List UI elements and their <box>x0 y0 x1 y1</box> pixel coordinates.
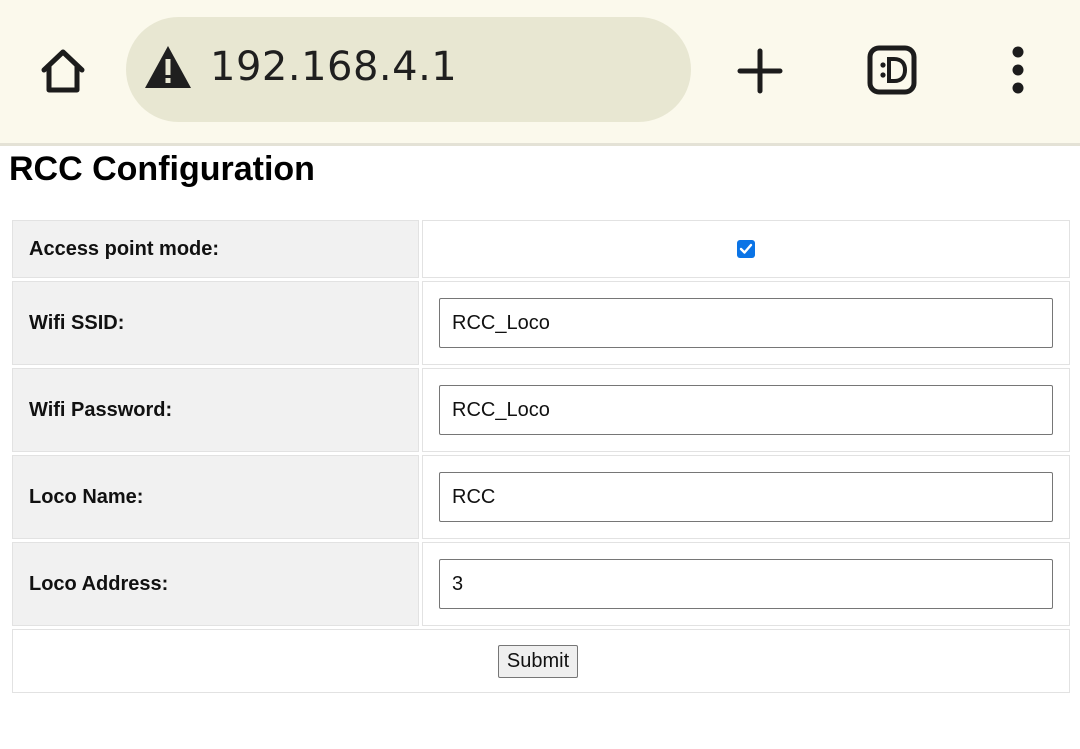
loco-address-cell: 3 <box>422 542 1070 626</box>
address-bar[interactable]: 192.168.4.1 <box>126 17 691 122</box>
ssid-input[interactable]: RCC_Loco <box>439 298 1053 348</box>
overflow-menu-button[interactable] <box>1004 44 1032 96</box>
home-button[interactable] <box>32 40 94 102</box>
browser-toolbar: 192.168.4.1 <box>0 0 1080 146</box>
password-label: Wifi Password: <box>12 368 419 452</box>
loco-name-label: Loco Name: <box>12 455 419 539</box>
page-title: RCC Configuration <box>9 150 315 188</box>
home-icon <box>41 49 85 93</box>
password-cell: RCC_Loco <box>422 368 1070 452</box>
loco-address-input[interactable]: 3 <box>439 559 1053 609</box>
more-vert-icon <box>1012 46 1024 94</box>
loco-name-cell: RCC <box>422 455 1070 539</box>
loco-address-label: Loco Address: <box>12 542 419 626</box>
submit-cell: Submit <box>12 629 1070 693</box>
access-point-checkbox[interactable] <box>737 240 755 258</box>
table-row-loco-address: Loco Address: 3 <box>12 542 1070 626</box>
access-point-cell <box>422 220 1070 278</box>
submit-button[interactable]: Submit <box>497 644 579 678</box>
check-icon <box>739 243 753 254</box>
table-row-ssid: Wifi SSID: RCC_Loco <box>12 281 1070 365</box>
table-row-submit: Submit <box>12 629 1070 693</box>
tabs-icon <box>867 45 917 95</box>
table-row-access-point: Access point mode: <box>12 220 1070 278</box>
ssid-cell: RCC_Loco <box>422 281 1070 365</box>
tab-switcher-button[interactable] <box>866 44 918 96</box>
password-input[interactable]: RCC_Loco <box>439 385 1053 435</box>
table-row-password: Wifi Password: RCC_Loco <box>12 368 1070 452</box>
warning-icon[interactable] <box>143 44 193 90</box>
loco-name-input[interactable]: RCC <box>439 472 1053 522</box>
table-row-loco-name: Loco Name: RCC <box>12 455 1070 539</box>
plus-icon <box>737 48 783 94</box>
new-tab-button[interactable] <box>734 45 786 97</box>
access-point-label: Access point mode: <box>12 220 419 278</box>
config-form-table: Access point mode: Wifi SSID: RCC_Loco W… <box>9 217 1073 696</box>
url-text[interactable]: 192.168.4.1 <box>210 44 457 90</box>
ssid-label: Wifi SSID: <box>12 281 419 365</box>
